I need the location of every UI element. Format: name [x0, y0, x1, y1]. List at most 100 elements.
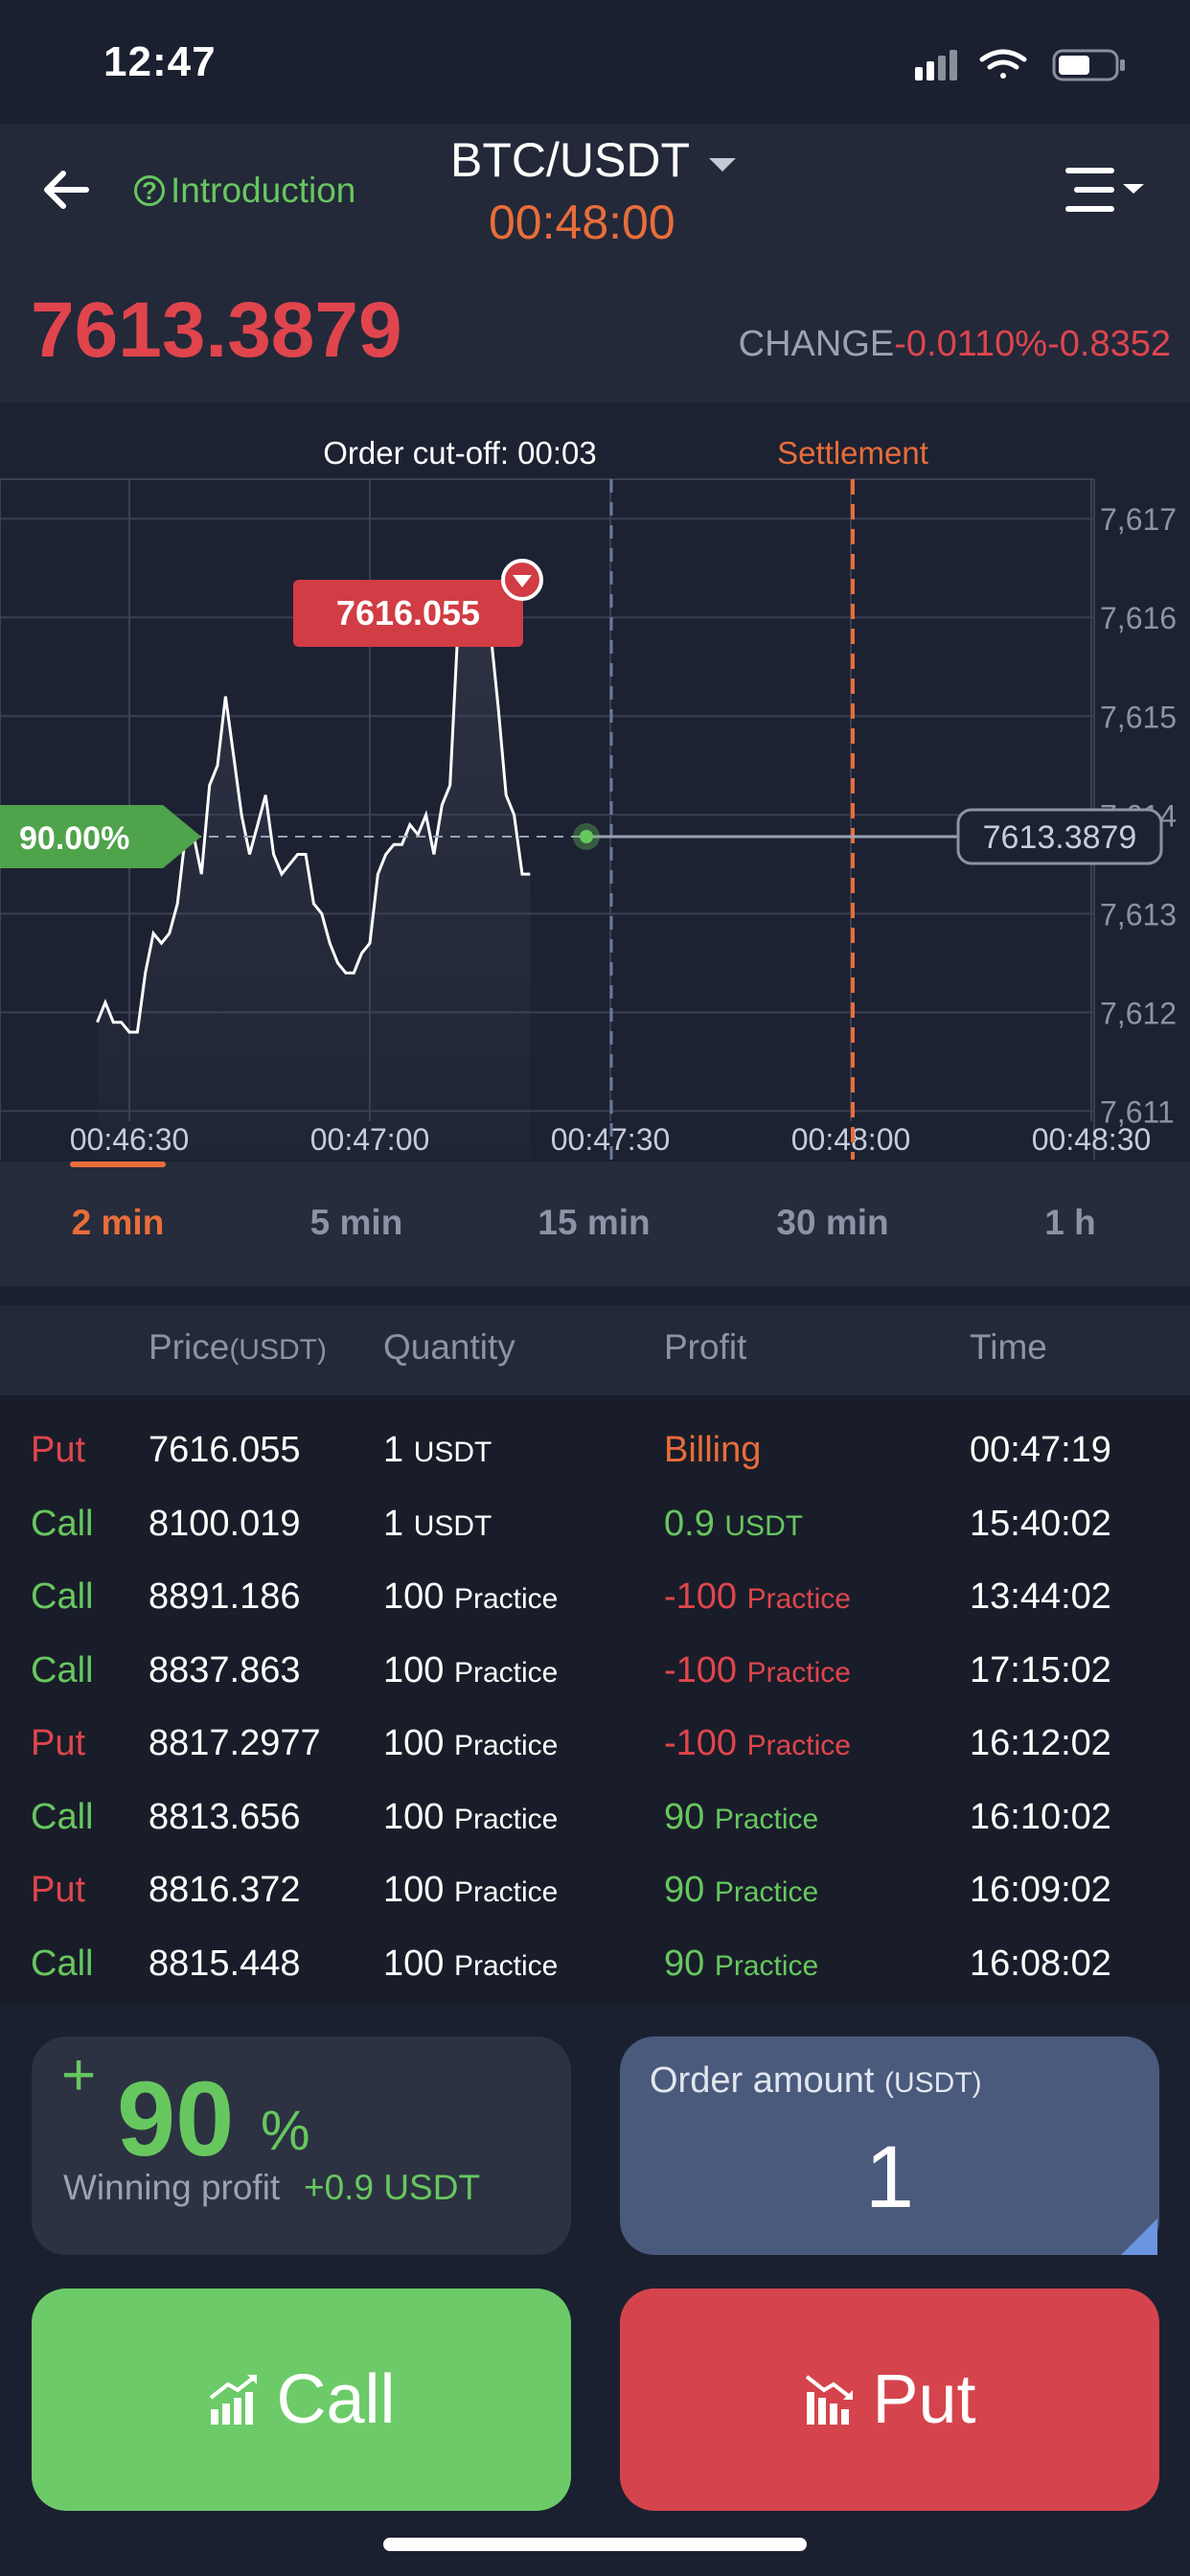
order-quantity: 100 Practice	[383, 1944, 558, 1985]
order-time: 00:47:19	[970, 1430, 1111, 1470]
menu-list-icon[interactable]	[1064, 163, 1150, 220]
order-type: Put	[31, 1723, 86, 1763]
order-profit: 90 Practice	[664, 1870, 818, 1911]
order-price: 8837.863	[149, 1649, 301, 1690]
quantity-unit: Practice	[453, 1656, 559, 1689]
profit-unit: Practice	[714, 1949, 819, 1982]
order-quantity: 100 Practice	[383, 1723, 558, 1764]
question-circle-icon: ?	[134, 175, 165, 206]
order-type: Call	[31, 1796, 94, 1837]
call-button[interactable]: Call	[32, 2288, 571, 2511]
order-profit: Billing	[664, 1430, 761, 1471]
profit-value: 90	[664, 1943, 705, 1984]
quantity-value: 1	[383, 1503, 404, 1544]
change-label: CHANGE	[738, 324, 895, 364]
y-tick-label: 7,616	[1100, 601, 1177, 635]
order-type: Call	[31, 1576, 94, 1617]
order-profit: 90 Practice	[664, 1944, 818, 1985]
profit-value: -100	[664, 1723, 738, 1763]
current-point	[580, 830, 593, 843]
order-profit: 90 Practice	[664, 1797, 818, 1838]
order-price: 7616.055	[149, 1430, 301, 1470]
quantity-unit: Practice	[453, 1949, 559, 1982]
tab-1-h[interactable]: 1 h	[1044, 1203, 1095, 1243]
y-tick-label: 7,617	[1100, 502, 1177, 537]
amount-card-corner	[1121, 2219, 1157, 2255]
tab-30-min[interactable]: 30 min	[776, 1203, 888, 1243]
profit-unit: Practice	[746, 1656, 851, 1689]
profit-value: -100	[664, 1649, 738, 1690]
order-type: Put	[31, 1870, 86, 1910]
quantity-unit: Practice	[453, 1803, 559, 1835]
change-percent: -0.0110%	[894, 324, 1048, 364]
order-quantity: 100 Practice	[383, 1650, 558, 1691]
order-amount-label: Order amount (USDT)	[650, 2060, 982, 2101]
quantity-value: 100	[383, 1796, 445, 1837]
signal-icon	[915, 50, 957, 80]
order-type: Call	[31, 1649, 94, 1690]
change-amount: -0.8352	[1047, 324, 1171, 364]
order-time: 17:15:02	[970, 1649, 1111, 1690]
quantity-value: 100	[383, 1870, 445, 1910]
order-price: 8816.372	[149, 1870, 301, 1910]
order-quantity: 1 USDT	[383, 1504, 492, 1545]
status-time: 12:47	[103, 38, 217, 85]
current-price-tag-label: 7613.3879	[983, 819, 1137, 856]
home-indicator	[383, 2538, 807, 2551]
introduction-link[interactable]: ? Introduction	[134, 171, 355, 211]
order-time: 16:12:02	[970, 1723, 1111, 1763]
winning-profit-amount: +0.9 USDT	[304, 2168, 481, 2207]
tab-5-min[interactable]: 5 min	[310, 1203, 403, 1243]
profit-unit: Practice	[714, 1803, 819, 1835]
arrow-left-icon[interactable]	[38, 161, 96, 218]
introduction-label: Introduction	[171, 171, 356, 210]
quantity-unit: USDT	[413, 1437, 492, 1468]
y-tick-label: 7,615	[1100, 700, 1177, 734]
quantity-value: 100	[383, 1576, 445, 1617]
order-quantity: 100 Practice	[383, 1870, 558, 1911]
profit-plus: +	[61, 2042, 97, 2108]
quantity-unit: Practice	[453, 1876, 559, 1908]
pair-selector[interactable]: BTC/USDT	[450, 132, 690, 188]
order-time: 16:10:02	[970, 1796, 1111, 1837]
chart-up-icon	[210, 2375, 258, 2425]
active-tab-indicator	[70, 1162, 166, 1167]
quantity-value: 1	[383, 1430, 404, 1470]
payout-tag-label: 90.00%	[19, 820, 129, 857]
order-profit: -100 Practice	[664, 1576, 851, 1618]
caret-down-icon[interactable]	[709, 158, 736, 172]
profit-unit: Practice	[746, 1583, 851, 1615]
profit-unit: USDT	[724, 1509, 804, 1542]
quantity-unit: Practice	[453, 1730, 559, 1761]
orders-table	[0, 1395, 1190, 2005]
quantity-value: 100	[383, 1649, 445, 1690]
profit-value: -100	[664, 1576, 738, 1617]
battery-icon	[1052, 49, 1125, 81]
tab-2-min[interactable]: 2 min	[72, 1203, 165, 1243]
profit-value: 90	[664, 1870, 705, 1910]
quantity-value: 100	[383, 1943, 445, 1984]
put-button[interactable]: Put	[620, 2288, 1159, 2511]
order-price: 8891.186	[149, 1576, 301, 1617]
winning-profit-label: Winning profit	[63, 2168, 281, 2207]
current-price: 7613.3879	[31, 287, 402, 374]
order-profit: -100 Practice	[664, 1723, 851, 1764]
order-price: 8817.2977	[149, 1723, 321, 1763]
tab-15-min[interactable]: 15 min	[538, 1203, 650, 1243]
profit-percent-sign: %	[261, 2100, 310, 2162]
quantity-unit: USDT	[413, 1509, 492, 1542]
order-price: 8813.656	[149, 1796, 301, 1837]
price-chart[interactable]: 7,6177,6167,6157,6147,6137,6127,611 00:4…	[0, 402, 1190, 1160]
call-label: Call	[276, 2361, 396, 2438]
order-quantity: 1 USDT	[383, 1430, 492, 1471]
header-profit: Profit	[664, 1327, 747, 1367]
profit-value: Billing	[664, 1430, 762, 1470]
profit-rate: 90	[117, 2060, 235, 2178]
quantity-unit: Practice	[453, 1583, 559, 1615]
order-time: 15:40:02	[970, 1503, 1111, 1544]
settlement-label: Settlement	[777, 435, 928, 471]
order-quantity: 100 Practice	[383, 1576, 558, 1618]
order-price: 8100.019	[149, 1503, 301, 1544]
order-amount-input[interactable]	[620, 2128, 1159, 2228]
order-time: 16:09:02	[970, 1870, 1111, 1910]
